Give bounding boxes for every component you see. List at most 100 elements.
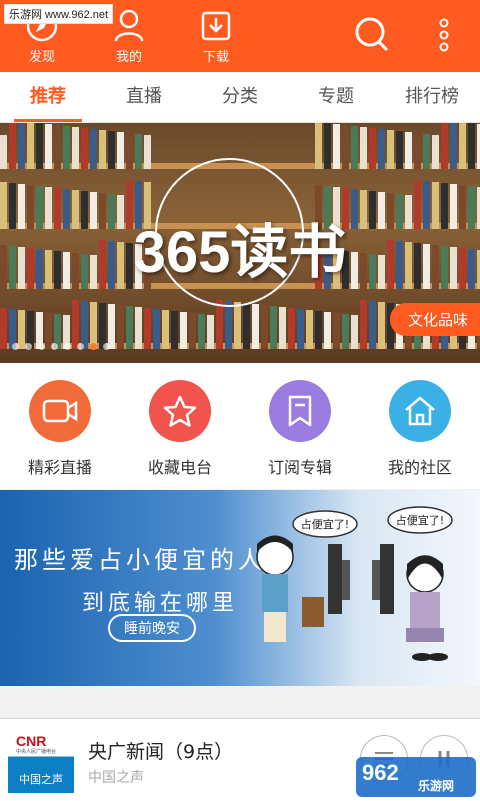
book-spine xyxy=(270,306,277,349)
download-button[interactable]: 下载 xyxy=(186,8,246,65)
book-spine xyxy=(288,308,295,349)
tab-category[interactable]: 分类 xyxy=(192,72,288,122)
banner-carousel[interactable]: 365读书 文化品味 xyxy=(0,123,480,363)
banner-tag: 文化品味 xyxy=(389,303,480,336)
book-spine xyxy=(117,305,124,349)
book-spine xyxy=(441,123,448,169)
tab-topic[interactable]: 专题 xyxy=(288,72,384,122)
book-spine xyxy=(342,125,349,169)
discover-label: 发现 xyxy=(28,50,55,65)
carousel-dot[interactable] xyxy=(12,343,19,350)
cover-logo: CNR xyxy=(16,733,47,749)
book-spine xyxy=(0,308,7,349)
book-spine xyxy=(234,302,241,349)
bookmark-icon xyxy=(269,380,331,442)
book-spine xyxy=(81,128,88,169)
quick-live-label: 精彩直播 xyxy=(27,458,92,477)
book-spine xyxy=(369,301,376,349)
book-spine xyxy=(324,123,331,169)
carousel-dot[interactable] xyxy=(64,343,71,350)
book-spine xyxy=(351,315,358,349)
promo-banner[interactable]: 那些爱占小便宜的人， 到底输在哪里 睡前晚安 占便宜了! 占便宜了! xyxy=(0,490,480,686)
book-spine xyxy=(423,134,430,169)
book-spine xyxy=(108,131,115,169)
carousel-dot[interactable] xyxy=(77,343,84,350)
book-spine xyxy=(135,307,142,349)
quick-community-label: 我的社区 xyxy=(387,458,452,477)
quick-live[interactable]: 精彩直播 xyxy=(0,363,120,489)
watermark-top: 乐游网 www.962.net xyxy=(4,4,114,24)
cartoon-illustration: 占便宜了! 占便宜了! xyxy=(256,506,453,661)
book-spine xyxy=(144,135,151,169)
video-camera-icon xyxy=(29,380,91,442)
carousel-dot[interactable] xyxy=(25,343,32,350)
book-spine xyxy=(81,301,88,349)
player-subtitle: 中国之声 xyxy=(88,770,144,786)
book-spine xyxy=(171,311,178,349)
book-spine xyxy=(63,126,70,169)
quick-favorites-label: 收藏电台 xyxy=(147,458,212,477)
promo-line-2: 到底输在哪里 xyxy=(82,591,239,616)
carousel-dot[interactable] xyxy=(38,343,45,350)
quick-favorites[interactable]: 收藏电台 xyxy=(120,363,240,489)
book-spine xyxy=(54,125,61,169)
user-icon xyxy=(114,9,144,42)
book-spine xyxy=(279,307,286,349)
download-label: 下载 xyxy=(202,50,229,65)
cover-channel: 中国之声 xyxy=(19,773,63,786)
carousel-indicator xyxy=(12,343,110,350)
book-spine xyxy=(378,302,385,349)
book-spine xyxy=(297,309,304,349)
book-spine xyxy=(126,133,133,169)
more-vertical-icon[interactable] xyxy=(436,14,452,54)
watermark-site: 乐游网 xyxy=(418,779,455,793)
tab-live[interactable]: 直播 xyxy=(96,72,192,122)
download-icon xyxy=(201,11,231,41)
book-spine xyxy=(405,132,412,169)
book-spine xyxy=(450,123,457,169)
book-spine xyxy=(243,303,250,349)
book-spine xyxy=(225,301,232,349)
player-title: 央广新闻（9点） xyxy=(88,741,234,763)
book-spine xyxy=(342,314,349,349)
watermark-num: 962 xyxy=(362,760,399,785)
promo-pill: 睡前晚安 xyxy=(108,614,196,642)
search-icon[interactable] xyxy=(354,14,390,54)
book-spine xyxy=(162,310,169,349)
book-spine xyxy=(333,313,340,349)
book-spine xyxy=(360,300,367,349)
tab-ranking[interactable]: 排行榜 xyxy=(384,72,480,122)
book-spine xyxy=(45,124,52,169)
star-icon xyxy=(149,380,211,442)
quick-entries: 精彩直播 收藏电台 订阅专辑 我的社区 xyxy=(0,363,480,489)
book-spine xyxy=(387,130,394,169)
book-spine xyxy=(90,129,97,169)
book-spine xyxy=(18,123,25,169)
book-spine xyxy=(189,313,196,349)
quick-community[interactable]: 我的社区 xyxy=(360,363,480,489)
carousel-dot[interactable] xyxy=(90,343,97,350)
bubble-text-2: 占便宜了! xyxy=(396,513,444,527)
book-spine xyxy=(468,123,475,169)
book-spine xyxy=(360,127,367,169)
book-spine xyxy=(315,123,322,169)
book-spine xyxy=(153,309,160,349)
book-spine xyxy=(117,132,124,169)
cover-sub: 中央人民广播电台 xyxy=(16,749,57,755)
carousel-dot[interactable] xyxy=(51,343,58,350)
mini-player[interactable]: CNR 中央人民广播电台 中国之声 央广新闻（9点） 中国之声 962 乐游网 xyxy=(0,718,480,801)
book-spine xyxy=(207,315,214,349)
book-spine xyxy=(135,134,142,169)
book-spine xyxy=(198,314,205,349)
home-icon xyxy=(389,380,451,442)
book-spine xyxy=(315,311,322,349)
quick-subscribe[interactable]: 订阅专辑 xyxy=(240,363,360,489)
book-spine xyxy=(72,300,79,349)
book-spine xyxy=(27,123,34,169)
tab-recommend[interactable]: 推荐 xyxy=(0,72,96,122)
carousel-dot[interactable] xyxy=(103,343,110,350)
quick-subscribe-label: 订阅专辑 xyxy=(267,458,332,477)
banner-title: 365读书 xyxy=(133,220,347,285)
book-spine xyxy=(144,308,151,349)
book-spine xyxy=(252,304,259,349)
